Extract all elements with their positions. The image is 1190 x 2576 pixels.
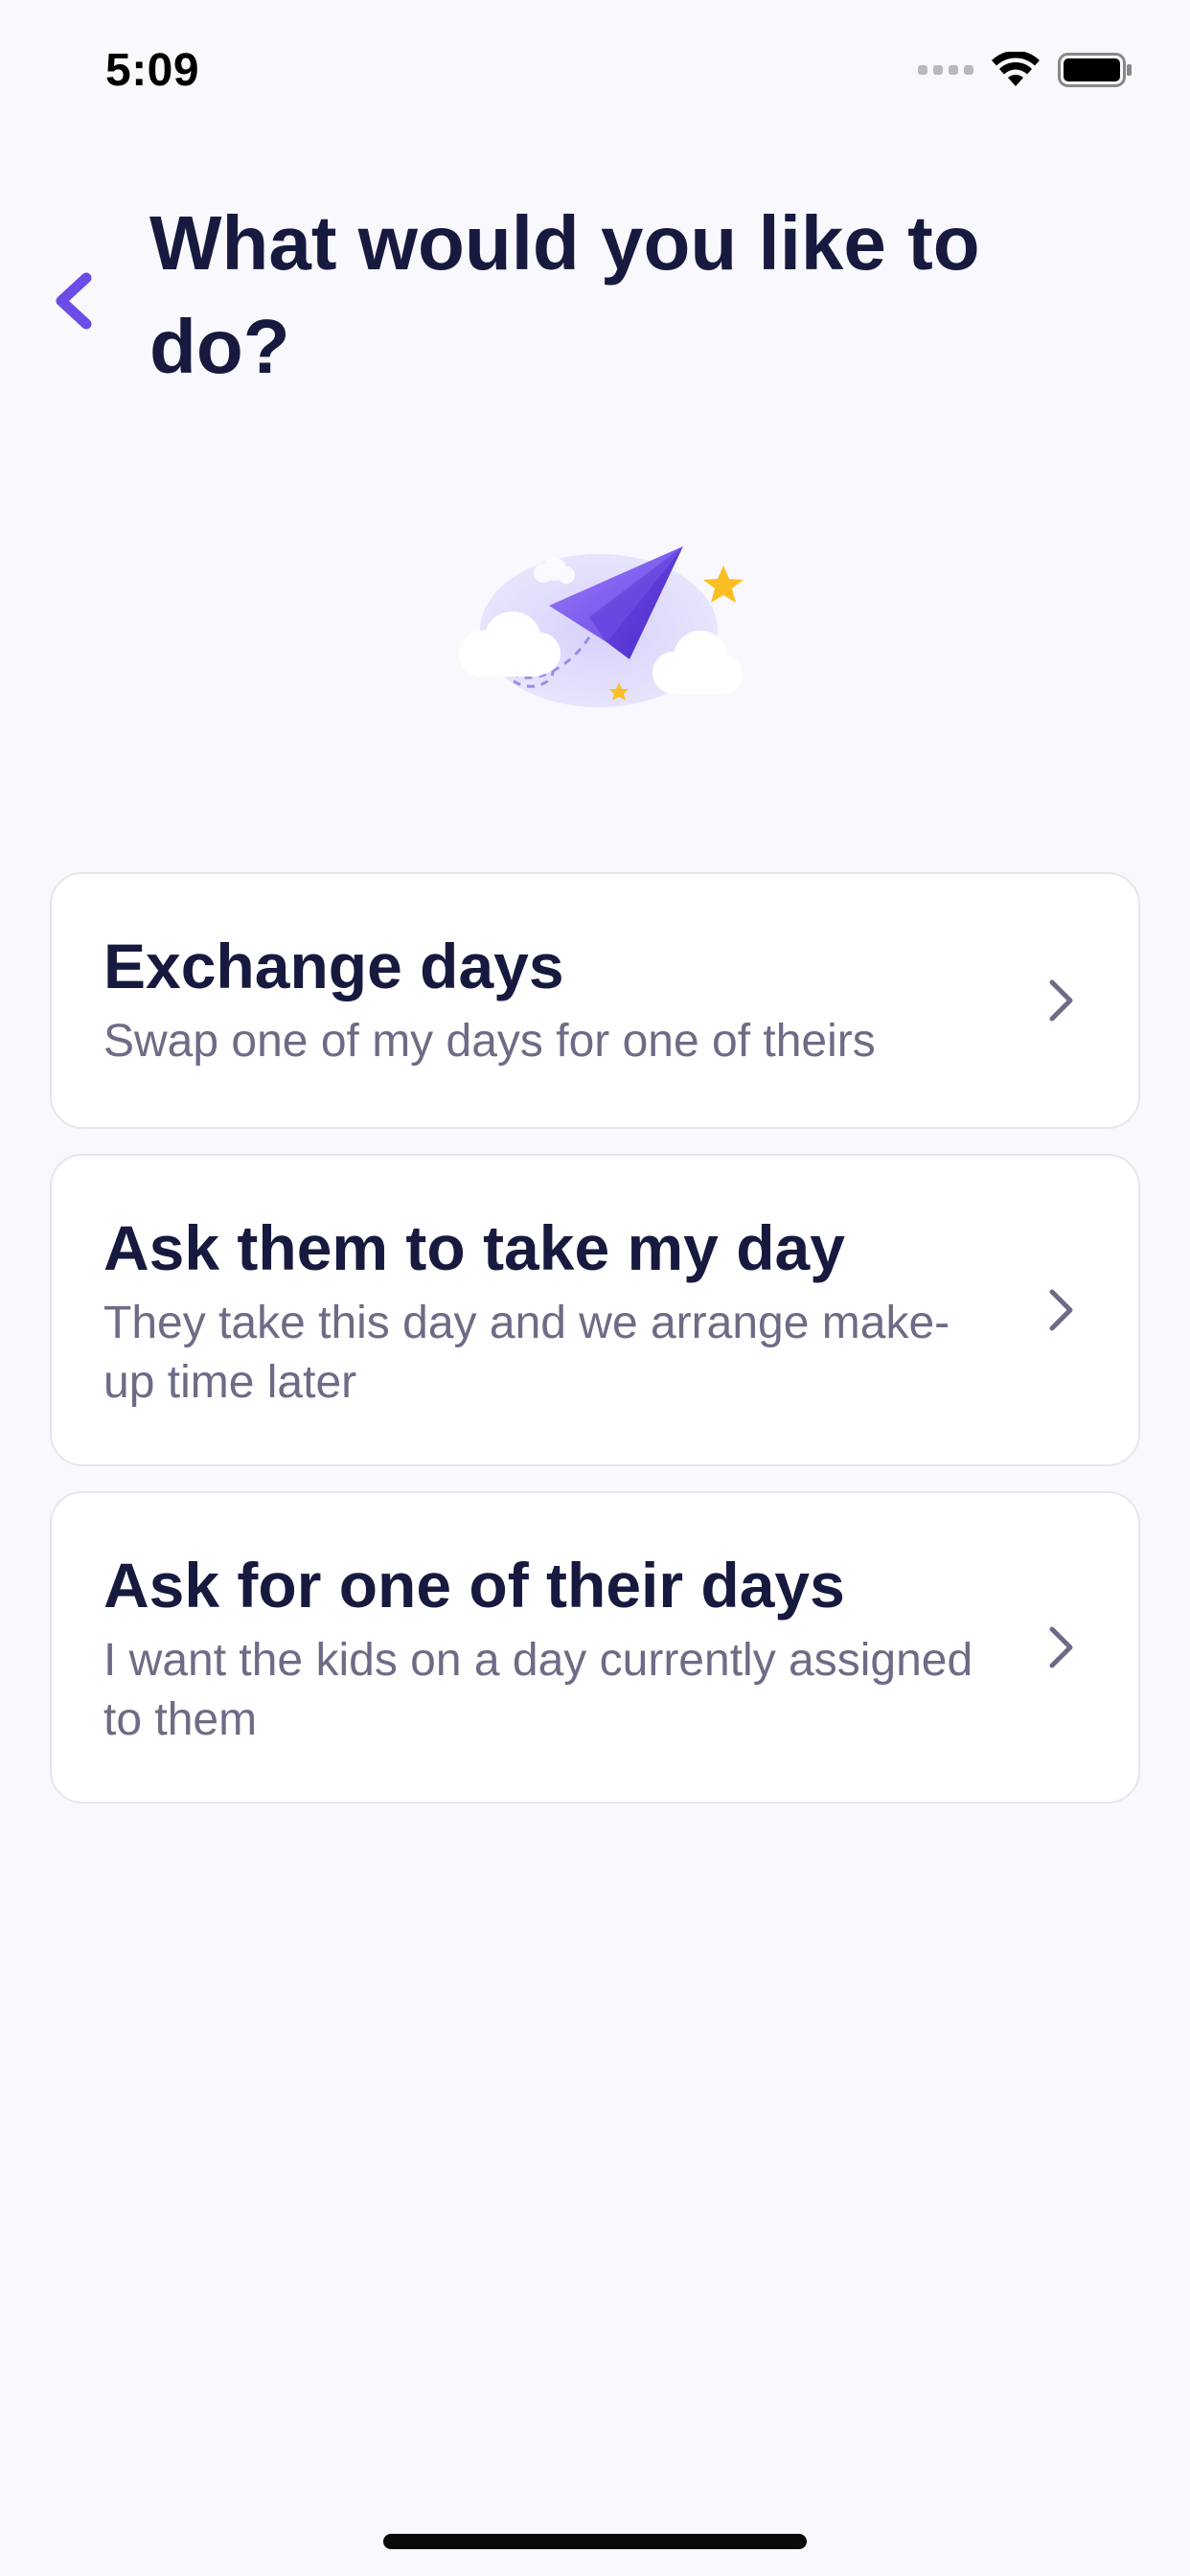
chevron-right-icon: [1049, 1289, 1073, 1331]
option-ask-for-one-of-their-days[interactable]: Ask for one of their days I want the kid…: [50, 1491, 1140, 1804]
option-title: Ask them to take my day: [103, 1212, 845, 1283]
chevron-right-icon: [1049, 979, 1073, 1022]
cellular-signal-icon: [918, 65, 973, 75]
option-description: They take this day and we arrange make-u…: [103, 1298, 950, 1408]
status-time: 5:09: [105, 45, 200, 96]
chevron-right-icon: [1049, 1626, 1073, 1668]
back-button[interactable]: [50, 270, 96, 332]
home-indicator[interactable]: [383, 2534, 807, 2549]
status-icons: [918, 52, 1133, 88]
option-description: Swap one of my days for one of theirs: [103, 1016, 876, 1067]
battery-icon: [1058, 53, 1132, 87]
option-ask-them-to-take-my-day[interactable]: Ask them to take my day They take this d…: [50, 1154, 1140, 1466]
option-title: Exchange days: [103, 931, 564, 1001]
page-title: What would you like to do?: [149, 200, 980, 389]
option-description: I want the kids on a day currently assig…: [103, 1635, 973, 1745]
option-exchange-days[interactable]: Exchange days Swap one of my days for on…: [50, 872, 1140, 1129]
option-title: Ask for one of their days: [103, 1550, 845, 1621]
screen: 5:09 What would you like to do? Exchange…: [0, 0, 1190, 2576]
paper-plane-clouds-illustration: [446, 537, 752, 728]
options-list: Exchange days Swap one of my days for on…: [50, 872, 1140, 1828]
wifi-icon: [992, 52, 1040, 86]
chevron-left-icon: [56, 272, 92, 330]
